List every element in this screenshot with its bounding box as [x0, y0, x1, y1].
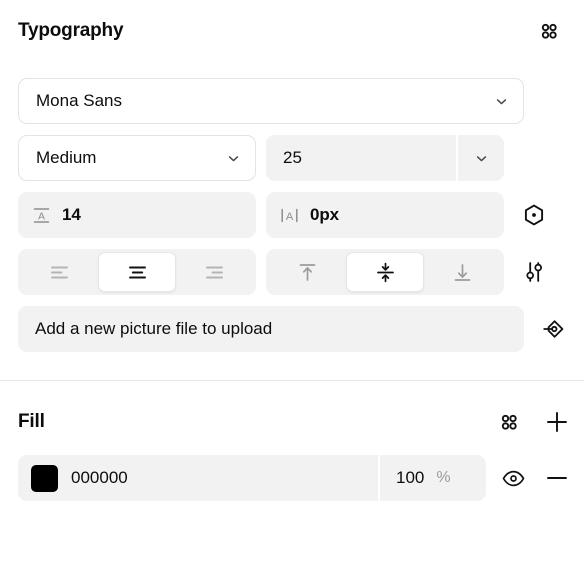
letter-spacing-trail	[514, 198, 554, 232]
fill-opacity-input[interactable]: 100 %	[378, 455, 486, 501]
align-right-button[interactable]	[176, 252, 253, 292]
remove-fill-button[interactable]	[540, 461, 574, 495]
hexagon-dot-icon	[522, 203, 546, 227]
font-family-select[interactable]: Mona Sans	[18, 78, 524, 124]
font-family-row: Mona Sans	[0, 78, 584, 124]
chevron-down-icon	[226, 151, 241, 166]
typography-header-actions	[532, 14, 566, 48]
font-size-input[interactable]: 25	[266, 135, 456, 181]
content-input-trail	[534, 312, 574, 346]
add-fill-button[interactable]	[540, 405, 574, 439]
align-right-icon	[204, 262, 225, 283]
fill-visibility-toggle[interactable]	[496, 461, 530, 495]
font-size-combo: 25	[266, 135, 504, 181]
align-bottom-icon	[451, 261, 474, 284]
page-title: Typography	[18, 20, 124, 41]
font-size-dropdown-button[interactable]	[456, 135, 504, 181]
text-align-group	[18, 249, 256, 295]
align-bottom-button[interactable]	[424, 252, 501, 292]
line-height-letter-spacing-row: A 14 A 0px	[0, 192, 584, 238]
align-middle-icon	[374, 261, 397, 284]
content-input-row: Add a new picture file to upload	[0, 306, 584, 352]
fill-hex-value: 000000	[71, 468, 128, 487]
minus-icon	[544, 465, 570, 491]
font-weight-value: Medium	[36, 148, 97, 167]
letter-spacing-field[interactable]: A 0px	[266, 192, 504, 238]
chevron-down-icon	[474, 151, 489, 166]
alignment-row	[0, 249, 584, 295]
fill-grid-dots-icon-button[interactable]	[492, 405, 526, 439]
component-icon	[542, 317, 566, 341]
fill-title: Fill	[18, 411, 45, 432]
align-center-icon	[127, 262, 148, 283]
content-text-value: Add a new picture file to upload	[35, 319, 273, 338]
font-weight-select[interactable]: Medium	[18, 135, 256, 181]
align-left-icon	[49, 262, 70, 283]
fill-item-row: 000000 100 %	[0, 455, 584, 501]
vertical-align-group	[266, 249, 504, 295]
letter-spacing-icon: A	[280, 206, 299, 225]
align-top-button[interactable]	[269, 252, 346, 292]
font-family-value: Mona Sans	[36, 91, 122, 110]
component-icon-button[interactable]	[537, 312, 571, 346]
grid-dots-icon	[498, 411, 520, 433]
grid-dots-icon-button[interactable]	[532, 14, 566, 48]
line-height-field[interactable]: A 14	[18, 192, 256, 238]
align-middle-button[interactable]	[345, 252, 425, 292]
align-left-button[interactable]	[21, 252, 98, 292]
font-weight-size-row: Medium 25	[0, 135, 584, 181]
line-height-icon: A	[32, 206, 51, 225]
letter-spacing-value: 0px	[310, 205, 339, 224]
properties-panel: Typography Mona Sans Medium 25 A 14 A 0p…	[0, 0, 584, 572]
hexagon-dot-icon-button[interactable]	[517, 198, 551, 232]
grid-dots-icon	[538, 20, 560, 42]
plus-icon	[544, 409, 570, 435]
align-top-icon	[296, 261, 319, 284]
content-text-input[interactable]: Add a new picture file to upload	[18, 306, 524, 352]
section-divider	[0, 380, 584, 381]
fill-opacity-unit: %	[436, 469, 451, 486]
sliders-icon	[522, 260, 546, 284]
fill-section-header: Fill	[0, 405, 584, 439]
fill-color-field: 000000 100 %	[18, 455, 486, 501]
fill-opacity-value: 100	[396, 468, 425, 487]
svg-text:A: A	[286, 211, 294, 223]
line-height-value: 14	[62, 205, 81, 224]
svg-text:A: A	[38, 210, 45, 222]
sliders-icon-button[interactable]	[517, 255, 551, 289]
chevron-down-icon	[494, 94, 509, 109]
fill-color-picker[interactable]: 000000	[18, 455, 378, 501]
color-swatch[interactable]	[31, 464, 58, 492]
eye-icon	[501, 466, 526, 491]
fill-header-actions	[492, 405, 574, 439]
typography-section-header: Typography	[0, 0, 584, 62]
vertical-align-trail	[514, 255, 554, 289]
align-center-button[interactable]	[97, 252, 177, 292]
